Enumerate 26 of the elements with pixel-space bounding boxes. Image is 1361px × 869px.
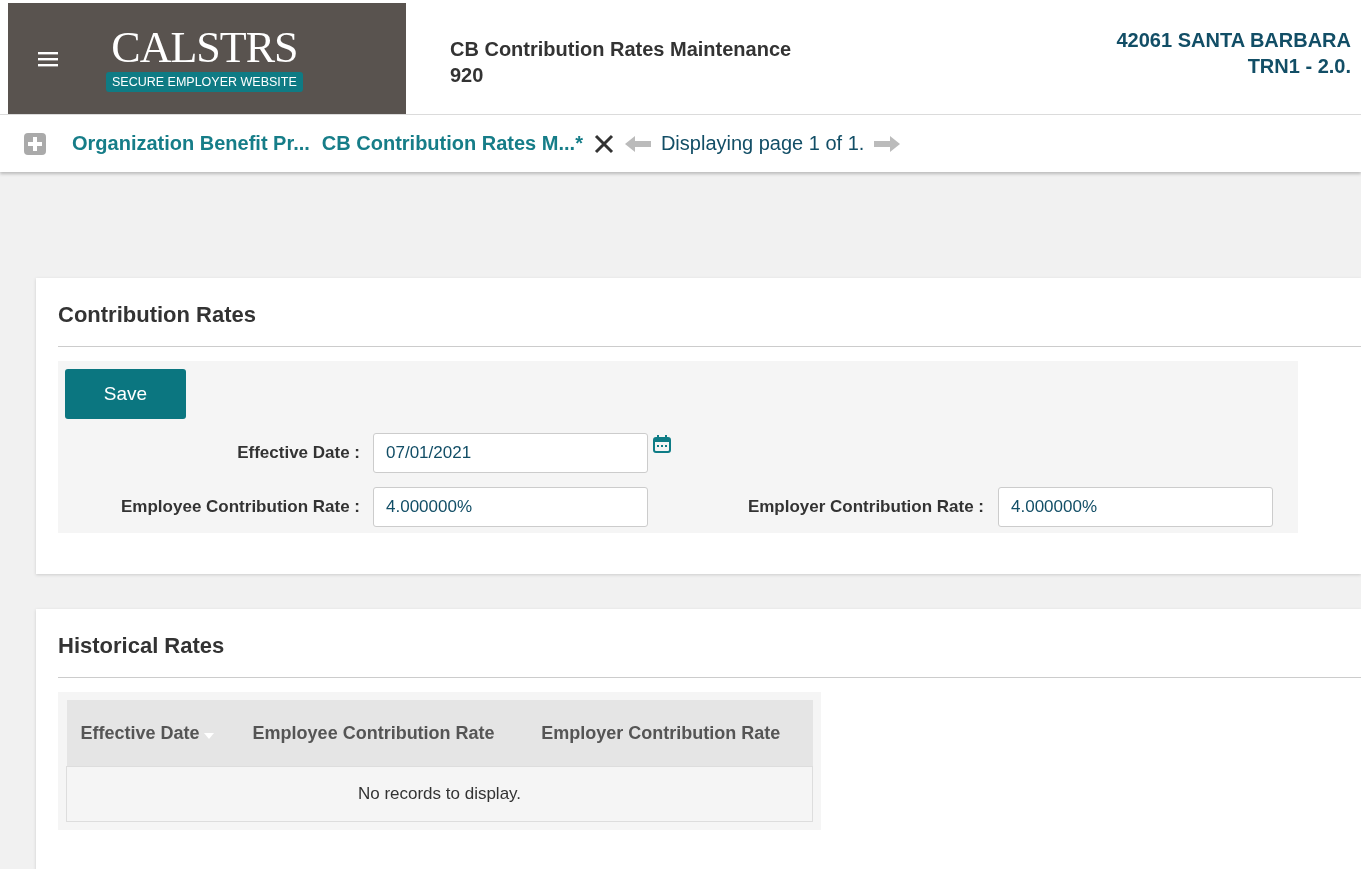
calendar-icon[interactable] <box>653 435 671 453</box>
empty-message: No records to display. <box>66 766 813 822</box>
menu-icon[interactable] <box>38 50 58 67</box>
employer-name: 42061 SANTA BARBARA <box>1116 28 1351 53</box>
logo-text: CALSTRS <box>111 25 298 70</box>
employee-rate-field[interactable]: 4.000000% <box>373 487 648 527</box>
section-title: Contribution Rates <box>58 302 1361 347</box>
pager-text: Displaying page 1 of 1. <box>660 132 865 155</box>
field-label: Employee Contribution Rate : <box>120 497 361 517</box>
breadcrumb-link[interactable]: CB Contribution Rates M...* <box>321 132 583 155</box>
close-icon[interactable] <box>592 132 615 155</box>
breadcrumb-link[interactable]: Organization Benefit Pr... <box>72 132 310 155</box>
logo-tagline: SECURE EMPLOYER WEBSITE <box>106 71 303 92</box>
page-title: CB Contribution Rates Maintenance <box>450 37 792 62</box>
section-title: Historical Rates <box>58 633 1361 678</box>
effective-date-field[interactable]: 07/01/2021 <box>373 433 648 473</box>
environment-label: TRN1 - 2.0. <box>1247 54 1351 79</box>
column-header[interactable]: Employee Contribution Rate <box>238 700 528 767</box>
page-subtitle: 920 <box>450 63 485 88</box>
field-label: Employer Contribution Rate : <box>746 497 985 517</box>
field-label: Effective Date : <box>236 443 361 463</box>
save-button[interactable]: Save <box>65 369 186 419</box>
column-header[interactable]: Effective Date <box>66 700 239 767</box>
column-header[interactable]: Employer Contribution Rate <box>527 700 813 767</box>
employer-rate-field[interactable]: 4.000000% <box>998 487 1273 527</box>
add-icon[interactable] <box>24 132 46 155</box>
